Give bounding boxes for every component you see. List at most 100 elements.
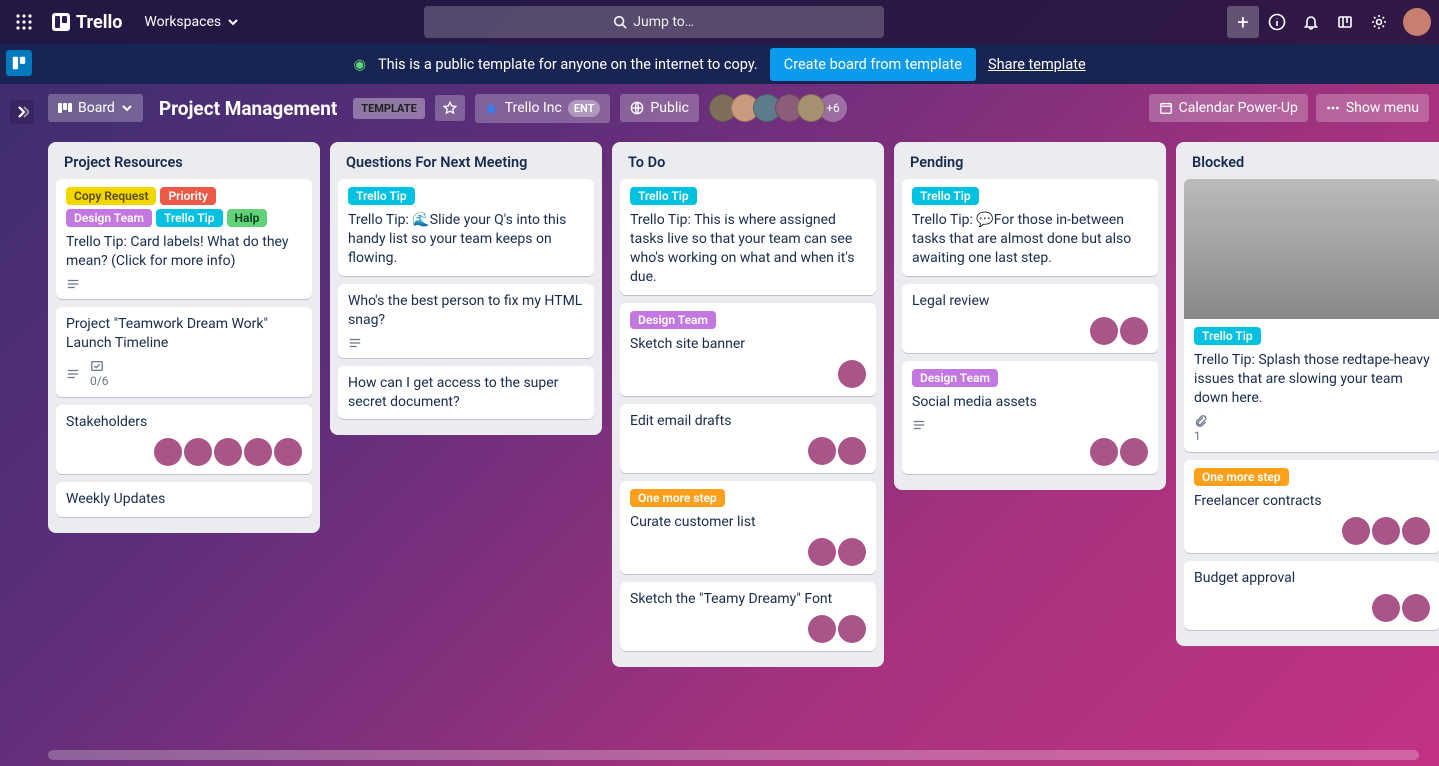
trello-logo[interactable]: Trello [46, 12, 128, 33]
card-badges [348, 336, 584, 350]
search-input[interactable]: Jump to… [424, 6, 884, 38]
member-avatar[interactable] [1372, 594, 1400, 622]
board-view-switcher[interactable]: Board [48, 94, 143, 122]
card[interactable]: Design TeamSketch site banner [620, 303, 876, 396]
card-badges: 0/6 [66, 359, 302, 389]
card[interactable]: Design TeamSocial media assets [902, 361, 1158, 474]
member-avatar[interactable] [1402, 594, 1430, 622]
member-avatar[interactable] [1090, 438, 1118, 466]
card[interactable]: One more step Curate customer list [620, 481, 876, 574]
label-trello-tip[interactable]: Trello Tip [630, 187, 697, 205]
workspace-chip[interactable]: Trello Inc ENT [475, 94, 611, 123]
card-badges: 1 [1194, 414, 1430, 444]
user-avatar[interactable] [1403, 8, 1431, 36]
card[interactable]: Trello TipTrello Tip: Splash those redta… [1184, 179, 1439, 452]
workspace-icon[interactable] [6, 50, 32, 76]
card[interactable]: Trello TipTrello Tip: This is where assi… [620, 179, 876, 295]
settings-icon[interactable] [1363, 6, 1395, 38]
member-avatar[interactable] [838, 615, 866, 643]
boards-icon[interactable] [1329, 6, 1361, 38]
member-avatar[interactable] [214, 438, 242, 466]
list-title[interactable]: Blocked [1184, 150, 1439, 179]
star-button[interactable] [435, 95, 465, 121]
label-design-team[interactable]: Design Team [630, 311, 716, 329]
card[interactable]: Trello TipTrello Tip: 💬For those in-betw… [902, 179, 1158, 276]
info-icon[interactable] [1261, 6, 1293, 38]
expand-sidebar-button[interactable] [10, 100, 34, 124]
card[interactable]: How can I get access to the super secret… [338, 366, 594, 420]
card[interactable]: Weekly Updates [56, 482, 312, 517]
member-avatar[interactable] [838, 538, 866, 566]
card-text: Edit email drafts [630, 412, 866, 431]
list-title[interactable]: Questions For Next Meeting [338, 150, 594, 179]
card-text: Curate customer list [630, 513, 866, 532]
label-trello-tip[interactable]: Trello Tip [1194, 327, 1261, 345]
card-members [912, 317, 1148, 345]
label-trello-tip[interactable]: Trello Tip [912, 187, 979, 205]
card[interactable]: Project "Teamwork Dream Work" Launch Tim… [56, 307, 312, 397]
workspace-label: Trello Inc [505, 100, 562, 116]
board-canvas[interactable]: Project Resources Copy RequestPriority Des… [0, 132, 1439, 750]
board-members[interactable]: +6 [709, 94, 847, 122]
member-avatar[interactable] [838, 437, 866, 465]
card[interactable]: Edit email drafts [620, 404, 876, 473]
member-avatar[interactable] [1090, 317, 1118, 345]
list: To DoTrello TipTrello Tip: This is where… [612, 142, 884, 667]
create-from-template-button[interactable]: Create board from template [770, 48, 976, 81]
card[interactable]: Legal review [902, 284, 1158, 353]
member-avatar[interactable] [1342, 517, 1370, 545]
card[interactable]: Sketch the "Teamy Dreamy" Font [620, 582, 876, 651]
star-icon [443, 101, 457, 115]
label-copy-request[interactable]: Copy Request [66, 187, 156, 205]
label-trello-tip[interactable]: Trello Tip [348, 187, 415, 205]
share-template-link[interactable]: Share template [988, 56, 1086, 73]
board-title[interactable]: Project Management [153, 97, 343, 120]
show-menu-button[interactable]: Show menu [1316, 94, 1429, 122]
card-text: Trello Tip: Card labels! What do they me… [66, 233, 302, 271]
list-title[interactable]: Project Resources [56, 150, 312, 179]
label-halp[interactable]: Halp [227, 209, 268, 227]
list-title[interactable]: Pending [902, 150, 1158, 179]
list: PendingTrello TipTrello Tip: 💬For those … [894, 142, 1166, 490]
member-avatar[interactable] [808, 437, 836, 465]
card-badges [66, 277, 302, 291]
label-one-more-step[interactable]: One more step [630, 489, 725, 507]
card-text: Project "Teamwork Dream Work" Launch Tim… [66, 315, 302, 353]
card[interactable]: Trello TipTrello Tip: 🌊Slide your Q's in… [338, 179, 594, 276]
label-design-team[interactable]: Design Team [912, 369, 998, 387]
member-avatar[interactable] [1372, 517, 1400, 545]
member-avatar[interactable] [1402, 517, 1430, 545]
template-badge: TEMPLATE [353, 98, 425, 119]
member-avatar[interactable] [808, 538, 836, 566]
member-avatar[interactable] [838, 360, 866, 388]
notifications-icon[interactable] [1295, 6, 1327, 38]
card-labels: Trello Tip [1194, 327, 1430, 345]
card-members [912, 438, 1148, 466]
label-design-team[interactable]: Design Team [66, 209, 152, 227]
member-avatar[interactable] [184, 438, 212, 466]
list-title[interactable]: To Do [620, 150, 876, 179]
member-avatar[interactable] [808, 615, 836, 643]
create-button[interactable]: + [1227, 6, 1259, 38]
card[interactable]: One more stepFreelancer contracts [1184, 460, 1439, 553]
visibility-chip[interactable]: Public [620, 94, 699, 122]
card[interactable]: Stakeholders [56, 405, 312, 474]
label-trello-tip[interactable]: Trello Tip [156, 209, 223, 227]
card[interactable]: Budget approval [1184, 561, 1439, 630]
member-avatar[interactable] [1120, 438, 1148, 466]
label-one-more-step[interactable]: One more step [1194, 468, 1289, 486]
member-avatar[interactable] [244, 438, 272, 466]
member-avatar[interactable] [274, 438, 302, 466]
board-view-label: Board [78, 100, 115, 116]
member-avatar[interactable] [154, 438, 182, 466]
horizontal-scrollbar[interactable] [48, 750, 1419, 760]
card-text: Legal review [912, 292, 1148, 311]
apps-icon[interactable] [8, 6, 40, 38]
list: Project Resources Copy RequestPriority Des… [48, 142, 320, 533]
member-avatar[interactable] [1120, 317, 1148, 345]
calendar-powerup-button[interactable]: Calendar Power-Up [1149, 94, 1308, 122]
label-priority[interactable]: Priority [160, 187, 215, 205]
card[interactable]: Copy RequestPriorityDesign TeamTrello Ti… [56, 179, 312, 299]
card[interactable]: Who's the best person to fix my HTML sna… [338, 284, 594, 358]
workspaces-button[interactable]: Workspaces [134, 8, 249, 36]
